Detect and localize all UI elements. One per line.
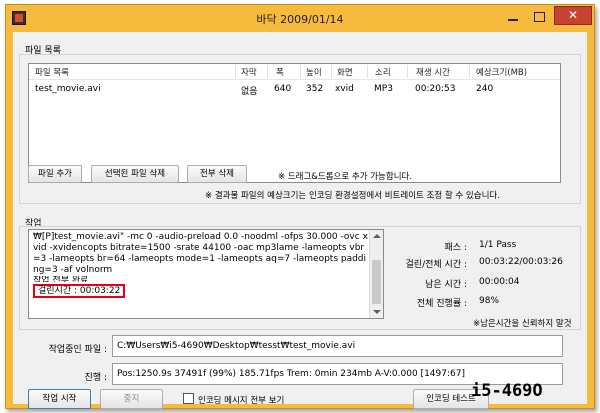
drag-drop-note: ※ 드래그&드롭으로 추가 가능합니다. (278, 172, 413, 182)
column-header-width[interactable]: 폭 (276, 66, 284, 78)
cell-width: 640 (274, 84, 292, 94)
column-header-video[interactable]: 화면 (337, 66, 353, 78)
overall-progress-value: 98% (479, 296, 500, 306)
scroll-up-arrow-icon[interactable] (373, 234, 381, 238)
column-header-audio[interactable]: 소리 (375, 66, 391, 78)
start-button[interactable]: 작업 시작 (28, 389, 91, 409)
delete-all-button[interactable]: 전부 삭제 (187, 165, 247, 183)
elapsed-time-highlight: 걸린시간 : 00:03:22 (33, 284, 126, 298)
remaining-label: 남은 시간 : (425, 280, 467, 290)
bitrate-note: ※ 결과물 파일의 예상크기는 인코딩 환경설정에서 비트레이트 조정 할 수 … (205, 191, 500, 201)
show-all-messages-label[interactable]: 인코딩 메시지 전부 보기 (198, 394, 284, 406)
close-button[interactable]: ✕ (554, 6, 592, 25)
remaining-value: 00:00:04 (479, 277, 520, 287)
progress-label: 진행 : (84, 373, 107, 383)
elapsed-total-value: 00:03:22/00:03:26 (479, 257, 563, 267)
scroll-down-arrow-icon[interactable] (373, 310, 381, 314)
elapsed-total-label: 걸린/전체 시간 : (405, 260, 467, 270)
cell-file: test_movie.avi (35, 84, 101, 94)
cell-duration: 00:20:53 (415, 84, 456, 94)
maximize-button[interactable] (527, 9, 551, 25)
encoding-log[interactable]: ₩[P]test_movie.avi" -mc 0 -audio-preload… (28, 229, 384, 319)
add-file-button[interactable]: 파일 추가 (28, 165, 82, 183)
cell-subtitle: 없음 (241, 87, 258, 97)
column-header-height[interactable]: 높이 (306, 66, 322, 78)
cell-audio: MP3 (374, 84, 393, 94)
cell-height: 352 (306, 84, 324, 94)
cell-video: xvid (335, 84, 354, 94)
log-line-complete: 작업 전부 완료 (33, 276, 89, 282)
delete-selected-button[interactable]: 선택된 파일 삭제 (91, 165, 179, 183)
column-header-file[interactable]: 파일 목록 (35, 66, 69, 78)
pass-label: 패스 : (444, 243, 467, 253)
current-file-label: 작업중인 파일 : (48, 345, 107, 355)
stop-button[interactable]: 중지 (100, 389, 163, 409)
log-line: ₩[P]test_movie.avi" -mc 0 -audio-preload… (33, 232, 368, 275)
cell-estimated-size: 240 (476, 84, 494, 94)
pass-value: 1/1 Pass (479, 240, 517, 250)
log-text: ₩[P]test_movie.avi" -mc 0 -audio-preload… (33, 232, 369, 298)
file-list-header: 파일 목록 자막 폭 높이 화면 소리 재생 시간 예상크기(MB) (29, 64, 560, 80)
column-header-duration[interactable]: 재생 시간 (416, 66, 450, 78)
minimize-button[interactable] (501, 9, 525, 25)
file-list-row[interactable]: test_movie.avi 없음 640 352 xvid MP3 00:20… (29, 82, 560, 97)
column-header-subtitle[interactable]: 자막 (241, 66, 257, 78)
current-file-field[interactable]: C:₩Users₩i5-4690₩Desktop₩tesst₩test_movi… (112, 335, 563, 357)
overall-progress-label: 전체 진행률 : (416, 299, 467, 309)
column-header-estimated-size[interactable]: 예상크기(MB) (476, 66, 527, 78)
show-all-messages-checkbox[interactable] (183, 393, 194, 404)
window-client: 파일 목록 파일 목록 자막 폭 높이 화면 소리 재생 시간 예상크기(MB) (13, 32, 587, 409)
app-window: 바닥 2009/01/14 ✕ 파일 목록 파일 목록 자막 폭 높이 화면 소… (5, 4, 595, 409)
watermark-text: i5-469O (471, 381, 543, 401)
remaining-time-note: ※남은시간을 신뢰하지 말것 (473, 319, 572, 329)
title-bar[interactable]: 바닥 2009/01/14 ✕ (6, 5, 594, 31)
